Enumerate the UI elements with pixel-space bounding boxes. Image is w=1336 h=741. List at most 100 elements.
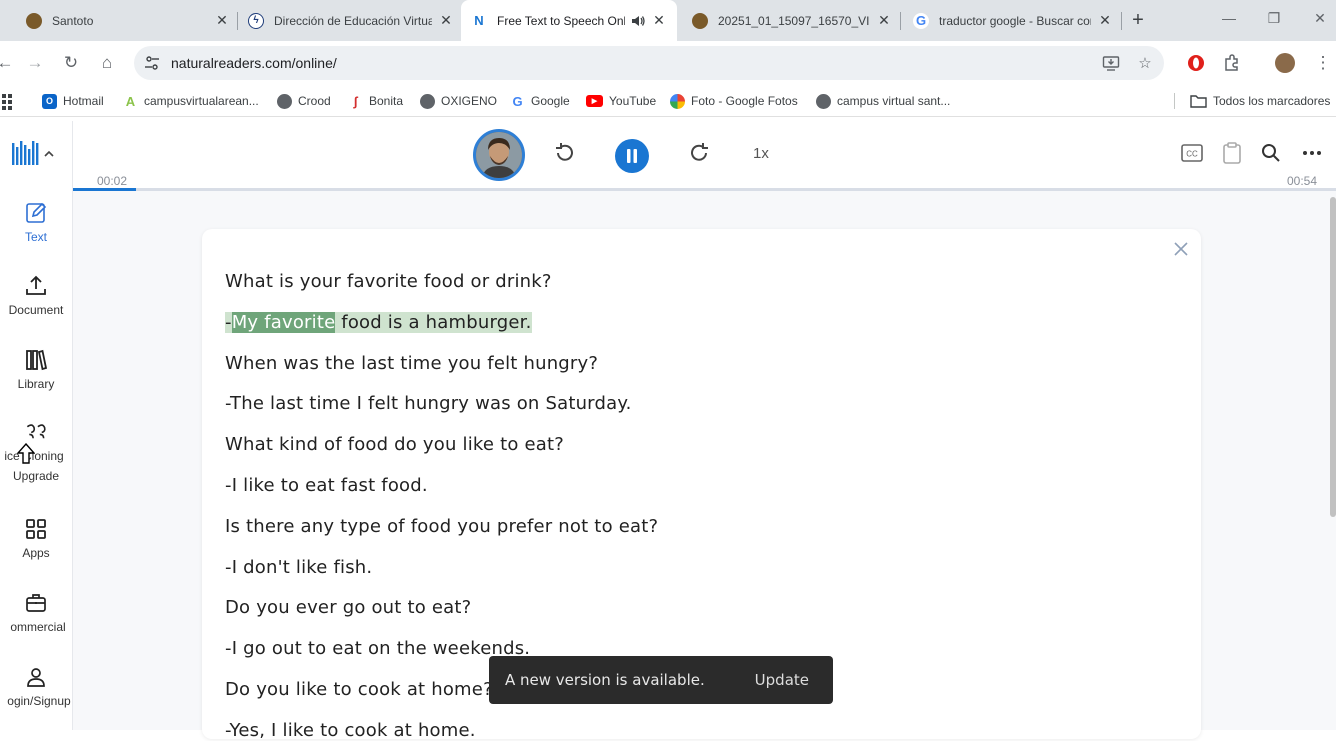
sidebar-item-upgrade[interactable]: Upgrade [0,469,72,489]
close-icon[interactable]: ✕ [438,12,454,29]
clipboard-icon[interactable] [1220,141,1244,165]
pause-button[interactable] [615,139,649,173]
sidebar-item-voice-cloning[interactable]: ice Cloning [0,421,72,463]
apps-grid-icon [26,519,46,539]
opera-extension-icon[interactable] [1186,53,1206,73]
sidebar-item-document[interactable]: Document [0,274,72,334]
bookmark-campus-virtual-santoto[interactable]: campus virtual sant... [816,92,950,110]
speaker-icon[interactable] [631,14,645,28]
bookmark-campusvirtual[interactable]: Acampusvirtualarean... [123,92,259,110]
text-line-current[interactable]: -My favorite food is a hamburger. [225,312,532,333]
window-close-icon[interactable]: ✕ [1310,10,1330,30]
naturalreaders-logo[interactable] [10,139,58,169]
text-line[interactable]: -The last time I felt hungry was on Satu… [225,393,632,414]
all-bookmarks-folder[interactable]: Todos los marcadores [1190,92,1330,110]
site-settings-icon[interactable] [144,55,160,71]
playback-progress[interactable] [73,188,1336,191]
sidebar-item-apps[interactable]: Apps [0,517,72,577]
speed-selector[interactable]: 1x [753,145,769,162]
search-icon[interactable] [1259,141,1283,165]
text-line[interactable]: What is your favorite food or drink? [225,271,552,292]
tab-educacion-virtual[interactable]: ϟ Dirección de Educación Virtual ✕ [238,0,460,41]
sidebar-item-text[interactable]: Text [0,201,72,261]
svg-text:CC: CC [1186,150,1198,159]
naturalreaders-app: Text Document Library ice Cloning Upgrad… [0,121,1336,741]
home-icon[interactable]: ⌂ [96,52,118,74]
player-bar: 1x CC 00:02 00:54 [73,121,1336,191]
text-line[interactable]: -I go out to eat on the weekends. [225,638,530,659]
install-app-icon[interactable] [1102,54,1120,72]
bookmark-oxigeno[interactable]: OXIGENO [420,92,497,110]
user-icon [27,668,45,687]
text-line[interactable]: Is there any type of food you prefer not… [225,516,658,537]
close-icon[interactable] [1173,241,1189,257]
bookmark-star-icon[interactable]: ☆ [1136,54,1154,72]
reload-icon[interactable]: ↻ [60,52,82,74]
tab-santoto[interactable]: Santoto ✕ [14,0,236,41]
google-icon: G [510,93,525,109]
tab-google-search[interactable]: G traductor google - Buscar con Google ✕ [903,0,1119,41]
forward-icon[interactable] [688,141,712,165]
back-arrow-icon[interactable]: ← [0,52,16,74]
text-line[interactable]: -I like to eat fast food. [225,475,428,496]
browser-menu-icon[interactable]: ⋮ [1312,52,1334,74]
text-line[interactable]: Do you like to cook at home? [225,679,493,700]
restore-icon[interactable]: ❐ [1264,10,1284,30]
new-tab-button[interactable]: + [1128,10,1148,30]
youtube-icon: ▶ [586,95,603,107]
page-scrollbar[interactable] [1330,197,1336,517]
forward-arrow-icon[interactable]: → [24,52,46,74]
more-options-icon[interactable] [1300,141,1324,165]
santoto-seal-icon [692,12,708,29]
update-button[interactable]: Update [755,671,809,689]
upgrade-icon [17,443,35,464]
apps-grid-icon[interactable] [0,94,12,110]
campus-icon: A [123,93,138,109]
text-line[interactable]: -I don't like fish. [225,557,372,578]
globe-icon [816,93,831,109]
tab-divider [1121,12,1122,30]
sidebar: Text Document Library ice Cloning Upgrad… [0,121,73,730]
pause-icon [627,149,637,163]
text-line[interactable]: Do you ever go out to eat? [225,597,471,618]
bookmarks-divider [1174,93,1175,109]
edit-icon [26,202,47,223]
education-icon: ϟ [248,12,264,29]
voice-avatar[interactable] [473,129,525,181]
close-icon[interactable]: ✕ [1097,12,1113,29]
tab-virtual-course[interactable]: 20251_01_15097_16570_VIRTUAL ✕ [682,0,898,41]
bookmark-crood[interactable]: Crood [277,92,331,110]
captions-icon[interactable]: CC [1180,141,1204,165]
browser-tab-strip: Santoto ✕ ϟ Dirección de Educación Virtu… [0,0,1336,41]
tab-naturalreaders[interactable]: N Free Text to Speech Online ✕ [461,0,677,41]
rewind-icon[interactable] [552,141,576,165]
bookmark-youtube[interactable]: ▶ YouTube [586,92,656,110]
address-bar[interactable]: naturalreaders.com/online/ ☆ [134,46,1164,80]
close-icon[interactable]: ✕ [876,12,892,29]
profile-avatar[interactable] [1275,53,1295,73]
close-icon[interactable]: ✕ [651,12,667,29]
sidebar-item-login[interactable]: ogin/Signup [0,665,72,725]
sidebar-item-library[interactable]: Library [0,348,72,408]
voice-avatar-image [476,132,522,178]
bookmark-bonita[interactable]: ʃ Bonita [348,92,403,110]
chevron-up-icon [44,150,54,157]
minimize-icon[interactable]: — [1219,10,1239,30]
bookmark-google[interactable]: G Google [510,92,570,110]
briefcase-icon [26,594,46,612]
sidebar-item-commercial[interactable]: ommercial [0,591,72,651]
photos-icon [670,93,685,109]
upload-icon [26,275,46,295]
elapsed-time: 00:02 [97,174,128,188]
bookmark-google-fotos[interactable]: Foto - Google Fotos [670,92,798,110]
url-text[interactable]: naturalreaders.com/online/ [171,55,337,71]
globe-icon [277,93,292,109]
current-sentence-highlight: -My favorite food is a hamburger. [225,312,532,333]
extensions-puzzle-icon[interactable] [1222,53,1242,73]
text-line[interactable]: -Yes, I like to cook at home. [225,720,476,741]
text-line[interactable]: What kind of food do you like to eat? [225,434,564,455]
text-line[interactable]: When was the last time you felt hungry? [225,353,598,374]
tab-divider [900,12,901,30]
close-icon[interactable]: ✕ [214,12,230,29]
bookmark-hotmail[interactable]: O Hotmail [42,92,104,110]
